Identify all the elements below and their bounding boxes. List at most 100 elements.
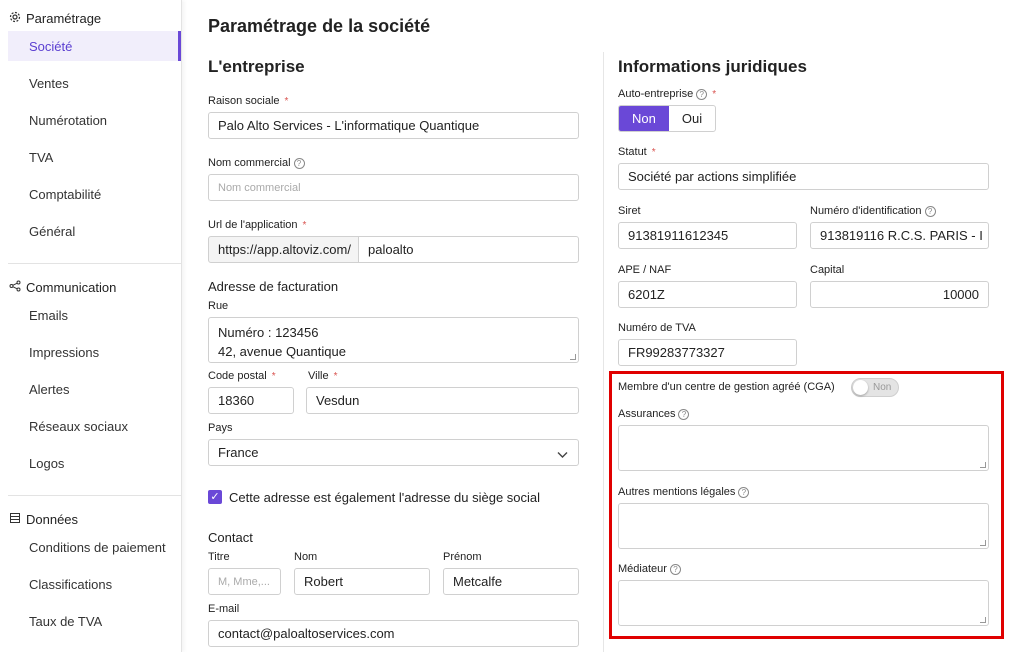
sidebar-item-label: Général xyxy=(29,223,76,239)
label-text: Capital xyxy=(810,264,845,276)
sidebar-item-tva[interactable]: TVA xyxy=(8,142,181,172)
ville-input[interactable]: Vesdun xyxy=(306,387,579,414)
mentions-textarea[interactable] xyxy=(618,503,989,549)
mediateur-textarea[interactable] xyxy=(618,580,989,626)
auto-entreprise-label: Auto-entreprise? * xyxy=(618,88,716,100)
sidebar-item-reseaux-sociaux[interactable]: Réseaux sociaux xyxy=(8,411,181,441)
section-communication: Communication xyxy=(9,280,116,295)
num-id-label: Numéro d'identification? xyxy=(810,205,936,217)
nom-input[interactable]: Robert xyxy=(294,568,430,595)
statut-label: Statut * xyxy=(618,146,656,158)
capital-input[interactable]: 10000 xyxy=(810,281,989,308)
label-text: Url de l'application xyxy=(208,219,298,231)
required-marker: * xyxy=(712,88,717,100)
help-icon[interactable]: ? xyxy=(669,563,681,575)
sidebar-item-logos[interactable]: Logos xyxy=(8,448,181,478)
resize-handle-icon[interactable] xyxy=(980,617,986,623)
juridique-heading: Informations juridiques xyxy=(618,57,807,76)
sidebar-item-taux-tva[interactable]: Taux de TVA xyxy=(8,606,181,636)
sidebar-item-general[interactable]: Général xyxy=(8,216,181,246)
label-text: Raison sociale xyxy=(208,95,280,107)
resize-handle-icon[interactable] xyxy=(570,354,576,360)
url-label: Url de l'application * xyxy=(208,219,306,231)
rue-line-1: Numéro : 123456 xyxy=(218,325,319,340)
auto-entreprise-non-button[interactable]: Non xyxy=(619,106,669,131)
label-text: Numéro de TVA xyxy=(618,322,696,334)
prenom-input[interactable]: Metcalfe xyxy=(443,568,579,595)
cga-toggle[interactable]: Non xyxy=(851,378,899,397)
nom-commercial-input[interactable]: Nom commercial xyxy=(208,174,579,201)
section-title: Communication xyxy=(26,280,117,295)
mentions-label: Autres mentions légales? xyxy=(618,486,750,498)
sidebar-item-ventes[interactable]: Ventes xyxy=(8,68,181,98)
siret-label: Siret xyxy=(618,205,641,217)
sidebar-item-impressions[interactable]: Impressions xyxy=(8,337,181,367)
siege-checkbox[interactable]: ✓ xyxy=(208,490,222,504)
sidebar-item-label: Logos xyxy=(29,455,65,471)
section-title: Données xyxy=(26,512,79,527)
tva-label: Numéro de TVA xyxy=(618,322,696,334)
rue-textarea[interactable]: Numéro : 123456 42, avenue Quantique xyxy=(208,317,579,363)
sidebar-item-label: Numérotation xyxy=(29,112,108,128)
sidebar-item-alertes[interactable]: Alertes xyxy=(8,374,181,404)
label-text: Ville xyxy=(308,370,329,382)
capital-label: Capital xyxy=(810,264,844,276)
sidebar-item-societe[interactable]: Société xyxy=(8,31,181,61)
section-parametrage: Paramétrage xyxy=(9,11,101,26)
sidebar-divider xyxy=(8,263,181,264)
label-text: Médiateur xyxy=(618,563,667,575)
prenom-label: Prénom xyxy=(443,551,482,563)
rue-label: Rue xyxy=(208,300,228,312)
ape-input[interactable]: 6201Z xyxy=(618,281,797,308)
required-marker: * xyxy=(284,95,289,107)
resize-handle-icon[interactable] xyxy=(980,540,986,546)
code-postal-input[interactable]: 18360 xyxy=(208,387,294,414)
contact-heading: Contact xyxy=(208,530,253,545)
help-icon[interactable]: ? xyxy=(924,205,936,217)
required-marker: * xyxy=(333,370,338,382)
mediateur-label: Médiateur? xyxy=(618,563,681,575)
label-text: Autres mentions légales xyxy=(618,486,736,498)
sidebar-item-emails[interactable]: Emails xyxy=(8,300,181,330)
share-icon xyxy=(9,280,21,295)
pays-select[interactable]: France xyxy=(208,439,579,466)
url-prefix: https://app.altoviz.com/ xyxy=(208,236,359,263)
email-input[interactable]: contact@paloaltoservices.com xyxy=(208,620,579,647)
label-text: Nom commercial xyxy=(208,157,291,169)
siret-input[interactable]: 91381911612345 xyxy=(618,222,797,249)
url-input[interactable]: paloalto xyxy=(358,236,579,263)
sidebar: Paramétrage Société Ventes Numérotation … xyxy=(0,0,182,652)
help-icon[interactable]: ? xyxy=(678,408,690,420)
sidebar-item-label: Comptabilité xyxy=(29,186,102,202)
label-text: Numéro d'identification xyxy=(810,205,922,217)
email-label: E-mail xyxy=(208,603,239,615)
raison-sociale-input[interactable]: Palo Alto Services - L'informatique Quan… xyxy=(208,112,579,139)
num-id-input[interactable]: 913819116 R.C.S. PARIS - I xyxy=(810,222,989,249)
sidebar-item-label: Alertes xyxy=(29,381,70,397)
label-text: E-mail xyxy=(208,603,240,615)
help-icon[interactable]: ? xyxy=(696,88,708,100)
page-title: Paramétrage de la société xyxy=(208,16,431,36)
gear-icon xyxy=(9,11,21,26)
sidebar-item-numerotation[interactable]: Numérotation xyxy=(8,105,181,135)
label-text: Auto-entreprise xyxy=(618,88,694,100)
assurances-textarea[interactable] xyxy=(618,425,989,471)
label-text: Membre d'un centre de gestion agréé (CGA… xyxy=(618,381,835,393)
tva-input[interactable]: FR99283773327 xyxy=(618,339,797,366)
siege-checkbox-label: Cette adresse est également l'adresse du… xyxy=(229,490,541,505)
help-icon[interactable]: ? xyxy=(293,157,305,169)
titre-label: Titre xyxy=(208,551,230,563)
section-donnees: Données xyxy=(9,512,78,527)
titre-input[interactable]: M, Mme,... xyxy=(208,568,281,595)
help-icon[interactable]: ? xyxy=(738,486,750,498)
sidebar-item-classifications[interactable]: Classifications xyxy=(8,569,181,599)
code-postal-label: Code postal * xyxy=(208,370,276,382)
statut-input[interactable]: Société par actions simplifiée xyxy=(618,163,989,190)
auto-entreprise-oui-button[interactable]: Oui xyxy=(669,106,715,131)
sidebar-item-comptabilite[interactable]: Comptabilité xyxy=(8,179,181,209)
sidebar-item-conditions-paiement[interactable]: Conditions de paiement xyxy=(8,532,181,562)
label-text: Titre xyxy=(208,551,230,563)
label-text: Nom xyxy=(294,551,318,563)
label-text: APE / NAF xyxy=(618,264,672,276)
resize-handle-icon[interactable] xyxy=(980,462,986,468)
